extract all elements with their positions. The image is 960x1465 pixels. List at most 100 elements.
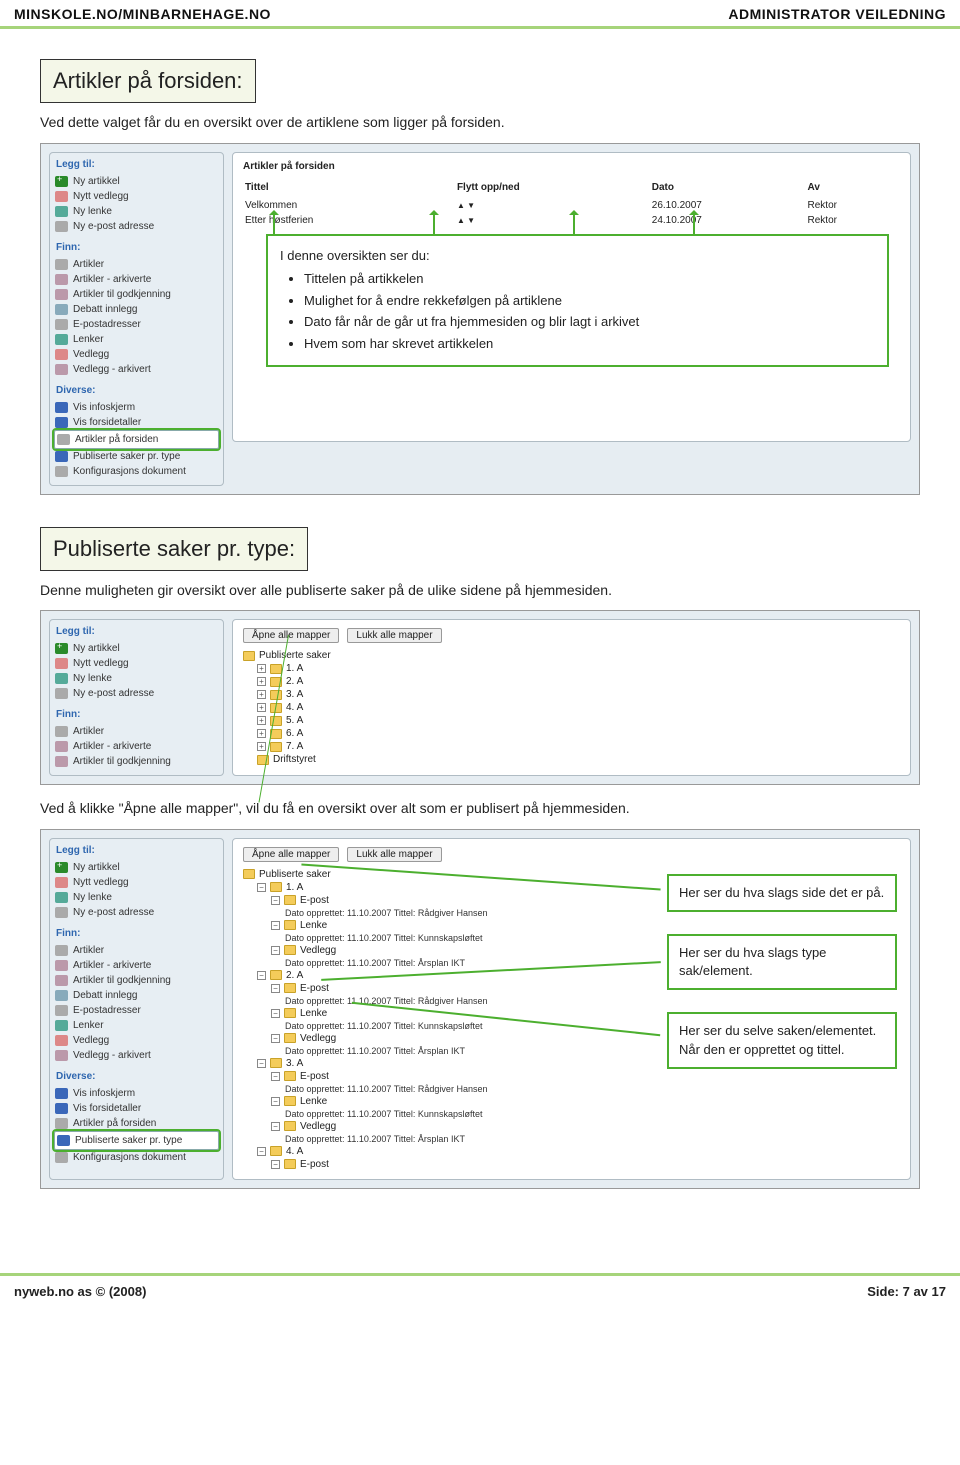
sidebar-item-ny-lenke[interactable]: Ny lenke xyxy=(54,671,219,686)
sidebar-item-publiserte[interactable]: Publiserte saker pr. type xyxy=(54,449,219,464)
open-all-button[interactable]: Åpne alle mapper xyxy=(243,628,339,643)
collapse-icon[interactable]: − xyxy=(271,1097,280,1106)
sidebar-item-ny-artikkel[interactable]: Ny artikkel xyxy=(54,860,219,875)
sidebar-item-artikler[interactable]: Artikler xyxy=(54,724,219,739)
tree-item[interactable]: +5. A xyxy=(243,714,900,727)
expand-icon[interactable]: + xyxy=(257,703,266,712)
cell-move[interactable]: ▲ ▼ xyxy=(457,199,650,212)
close-all-button[interactable]: Lukk alle mapper xyxy=(347,628,441,643)
sidebar-item-vedlegg-arkivert[interactable]: Vedlegg - arkivert xyxy=(54,1048,219,1063)
sidebar-item-nytt-vedlegg[interactable]: Nytt vedlegg xyxy=(54,656,219,671)
sidebar-item-ny-lenke[interactable]: Ny lenke xyxy=(54,204,219,219)
sidebar-item-ny-epost[interactable]: Ny e-post adresse xyxy=(54,905,219,920)
sidebar-item-artikler[interactable]: Artikler xyxy=(54,943,219,958)
collapse-icon[interactable]: − xyxy=(271,1072,280,1081)
attach-icon xyxy=(55,349,68,360)
gear-icon xyxy=(55,1152,68,1163)
tree-leaf[interactable]: Dato opprettet: 11.10.2007 Tittel: Årspl… xyxy=(243,1133,900,1145)
tree-item[interactable]: −4. A xyxy=(243,1145,900,1158)
sidebar-item-forsidetaller[interactable]: Vis forsidetaller xyxy=(54,415,219,430)
collapse-icon[interactable]: − xyxy=(257,883,266,892)
footer-right: Side: 7 av 17 xyxy=(867,1284,946,1299)
expand-icon[interactable]: + xyxy=(257,664,266,673)
tree-item[interactable]: −E-post xyxy=(243,1158,900,1171)
tree-leaf[interactable]: Dato opprettet: 11.10.2007 Tittel: Kunns… xyxy=(243,1108,900,1120)
collapse-icon[interactable]: − xyxy=(257,1059,266,1068)
sidebar-item-nytt-vedlegg[interactable]: Nytt vedlegg xyxy=(54,875,219,890)
tree-item[interactable]: +1. A xyxy=(243,662,900,675)
tree-item[interactable]: −E-post xyxy=(243,1070,900,1083)
sidebar-item-infoskjerm[interactable]: Vis infoskjerm xyxy=(54,1086,219,1101)
sidebar-item-infoskjerm[interactable]: Vis infoskjerm xyxy=(54,400,219,415)
sidebar-item-vedlegg-arkivert[interactable]: Vedlegg - arkivert xyxy=(54,362,219,377)
sidebar-item-artikler-forsiden[interactable]: Artikler på forsiden xyxy=(54,1116,219,1131)
tree-item[interactable]: −Vedlegg xyxy=(243,1120,900,1133)
table-row[interactable]: Etter høstferien ▲ ▼ 24.10.2007 Rektor xyxy=(245,214,898,227)
expand-icon[interactable]: + xyxy=(257,742,266,751)
label: Artikler - arkiverte xyxy=(73,741,151,752)
tree-item[interactable]: −Lenke xyxy=(243,1095,900,1108)
expand-icon[interactable]: + xyxy=(257,716,266,725)
collapse-icon[interactable]: − xyxy=(271,896,280,905)
link-icon xyxy=(55,206,68,217)
cell-move[interactable]: ▲ ▼ xyxy=(457,214,650,227)
collapse-icon[interactable]: − xyxy=(271,1034,280,1043)
tree-root[interactable]: Publiserte saker xyxy=(243,649,900,662)
bar-icon xyxy=(55,417,68,428)
collapse-icon[interactable]: − xyxy=(271,984,280,993)
sidebar-item-forsidetaller[interactable]: Vis forsidetaller xyxy=(54,1101,219,1116)
collapse-icon[interactable]: − xyxy=(257,1147,266,1156)
sidebar-item-artikler-forsiden[interactable]: Artikler på forsiden xyxy=(54,430,219,449)
sidebar-item-nytt-vedlegg[interactable]: Nytt vedlegg xyxy=(54,189,219,204)
sidebar-item-artikler-arkiverte[interactable]: Artikler - arkiverte xyxy=(54,739,219,754)
collapse-icon[interactable]: − xyxy=(257,971,266,980)
expand-icon[interactable]: + xyxy=(257,690,266,699)
attach-icon xyxy=(55,658,68,669)
collapse-icon[interactable]: − xyxy=(271,1160,280,1169)
sidebar-item-vedlegg[interactable]: Vedlegg xyxy=(54,347,219,362)
sidebar-item-epost[interactable]: E-postadresser xyxy=(54,1003,219,1018)
open-all-button[interactable]: Åpne alle mapper xyxy=(243,847,339,862)
label: Lenker xyxy=(73,334,104,345)
sidebar-item-debatt[interactable]: Debatt innlegg xyxy=(54,302,219,317)
callout-bullet: Tittelen på artikkelen xyxy=(304,269,875,289)
sidebar-item-ny-epost[interactable]: Ny e-post adresse xyxy=(54,219,219,234)
sidebar-item-artikler-godkjenning[interactable]: Artikler til godkjenning xyxy=(54,287,219,302)
tree-item[interactable]: +3. A xyxy=(243,688,900,701)
collapse-icon[interactable]: − xyxy=(271,921,280,930)
sidebar-item-artikler-arkiverte[interactable]: Artikler - arkiverte xyxy=(54,958,219,973)
label: Ny e-post adresse xyxy=(73,688,154,699)
sidebar-item-publiserte[interactable]: Publiserte saker pr. type xyxy=(54,1131,219,1150)
tree-item[interactable]: +2. A xyxy=(243,675,900,688)
tree-item[interactable]: Driftstyret xyxy=(243,753,900,766)
tree-item[interactable]: +6. A xyxy=(243,727,900,740)
sidebar-item-vedlegg[interactable]: Vedlegg xyxy=(54,1033,219,1048)
collapse-icon[interactable]: − xyxy=(271,946,280,955)
sidebar-item-konfig[interactable]: Konfigurasjons dokument xyxy=(54,464,219,479)
sidebar-item-debatt[interactable]: Debatt innlegg xyxy=(54,988,219,1003)
tree-item[interactable]: +7. A xyxy=(243,740,900,753)
tree-item[interactable]: +4. A xyxy=(243,701,900,714)
sidebar-item-artikler-godkjenning[interactable]: Artikler til godkjenning xyxy=(54,754,219,769)
sidebar-item-ny-epost[interactable]: Ny e-post adresse xyxy=(54,686,219,701)
sidebar-item-artikler-godkjenning[interactable]: Artikler til godkjenning xyxy=(54,973,219,988)
expand-icon[interactable]: + xyxy=(257,677,266,686)
sidebar-item-konfig[interactable]: Konfigurasjons dokument xyxy=(54,1150,219,1165)
expand-icon[interactable]: + xyxy=(257,729,266,738)
sidebar-item-lenker[interactable]: Lenker xyxy=(54,332,219,347)
sidebar-item-epost[interactable]: E-postadresser xyxy=(54,317,219,332)
note-3: Her ser du selve saken/elementet. Når de… xyxy=(667,1012,897,1068)
collapse-icon[interactable]: − xyxy=(271,1122,280,1131)
sidebar-item-artikler[interactable]: Artikler xyxy=(54,257,219,272)
tree-leaf[interactable]: Dato opprettet: 11.10.2007 Tittel: Rådgi… xyxy=(243,1083,900,1095)
sidebar-item-ny-artikkel[interactable]: Ny artikkel xyxy=(54,174,219,189)
label: Vedlegg xyxy=(73,1035,109,1046)
col-av: Av xyxy=(808,182,898,197)
sidebar-item-artikler-arkiverte[interactable]: Artikler - arkiverte xyxy=(54,272,219,287)
collapse-icon[interactable]: − xyxy=(271,1009,280,1018)
sidebar-item-lenker[interactable]: Lenker xyxy=(54,1018,219,1033)
sidebar-item-ny-artikkel[interactable]: Ny artikkel xyxy=(54,641,219,656)
label: Artikler - arkiverte xyxy=(73,960,151,971)
close-all-button[interactable]: Lukk alle mapper xyxy=(347,847,441,862)
sidebar-item-ny-lenke[interactable]: Ny lenke xyxy=(54,890,219,905)
